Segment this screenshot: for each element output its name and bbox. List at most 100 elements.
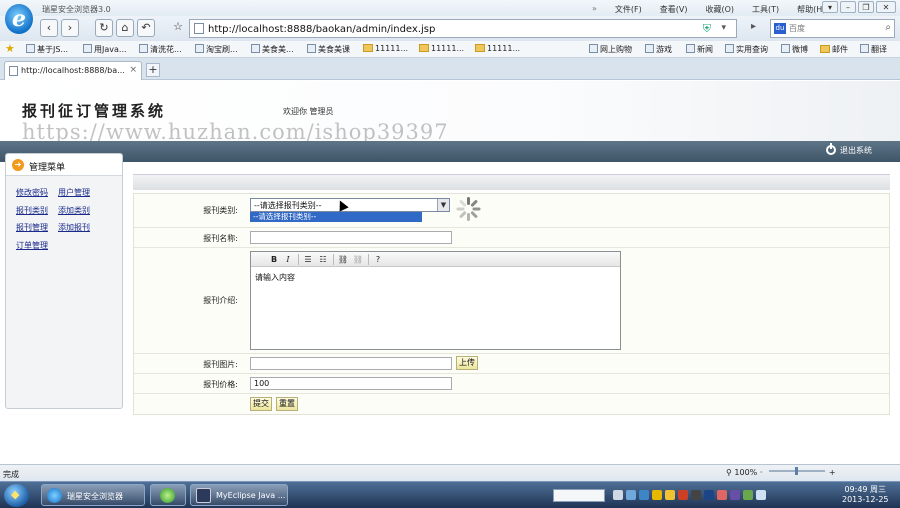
sidebar-link-change-password[interactable]: 修改密码 bbox=[16, 187, 48, 198]
favorite-item[interactable]: 网上购物 bbox=[589, 44, 632, 55]
myeclipse-icon bbox=[196, 488, 211, 503]
address-url[interactable]: http://localhost:8888/baokan/admin/index… bbox=[208, 24, 435, 35]
restore-button[interactable]: ❐ bbox=[858, 1, 874, 13]
power-icon bbox=[826, 143, 836, 155]
chevron-down-icon[interactable]: ▼ bbox=[437, 199, 449, 211]
menu-file[interactable]: 文件(F) bbox=[615, 4, 642, 15]
form-row-name: 报刊名称: bbox=[134, 228, 889, 248]
tray-qq-icon[interactable] bbox=[678, 490, 688, 500]
tray-app-icon[interactable] bbox=[691, 490, 701, 500]
favorite-item[interactable]: 微博 bbox=[781, 44, 808, 55]
favorite-folder[interactable]: 11111... bbox=[363, 44, 408, 53]
tab-admin-index[interactable]: http://localhost:8888/ba... × bbox=[4, 61, 142, 80]
tray-shield-icon[interactable] bbox=[639, 490, 649, 500]
favorite-folder[interactable]: 邮件 bbox=[820, 44, 848, 55]
favorite-item[interactable]: 实用查询 bbox=[725, 44, 768, 55]
reset-button[interactable]: 重置 bbox=[276, 397, 298, 411]
taskbar-browser-2[interactable] bbox=[150, 484, 186, 506]
name-input[interactable] bbox=[250, 231, 452, 244]
favorite-item[interactable]: 新闻 bbox=[686, 44, 713, 55]
home-icon[interactable]: ⌂ bbox=[116, 19, 134, 37]
pin-icon[interactable]: ▾ bbox=[822, 1, 838, 13]
status-text: 完成 bbox=[3, 470, 19, 479]
favorites-star-icon[interactable]: ★ bbox=[5, 42, 15, 55]
sidebar-link-category-list[interactable]: 报刊类别 bbox=[16, 205, 48, 216]
address-dropdown-icon[interactable]: ▾ bbox=[721, 23, 726, 33]
close-button[interactable]: ✕ bbox=[876, 1, 896, 13]
favorite-folder[interactable]: 11111... bbox=[419, 44, 464, 53]
search-box[interactable]: du ⌕ bbox=[770, 19, 895, 38]
sidebar-link-add-periodical[interactable]: 添加报刊 bbox=[58, 222, 90, 233]
tray-app-icon[interactable] bbox=[704, 490, 714, 500]
tray-app-icon[interactable] bbox=[743, 490, 753, 500]
sidebar-link-add-category[interactable]: 添加类别 bbox=[58, 205, 90, 216]
category-select[interactable]: --请选择报刊类别-- ▼ bbox=[250, 198, 450, 212]
favorite-item[interactable]: 基于JS... bbox=[26, 44, 68, 55]
zoom-slider[interactable] bbox=[768, 467, 825, 475]
tray-keyboard-icon[interactable] bbox=[613, 490, 623, 500]
category-option[interactable]: --请选择报刊类别-- bbox=[250, 212, 422, 222]
sidebar-link-user-management[interactable]: 用户管理 bbox=[58, 187, 90, 198]
favorite-item[interactable]: 用Java... bbox=[83, 44, 127, 55]
back-icon[interactable]: ‹ bbox=[40, 19, 58, 37]
tray-network-icon[interactable] bbox=[626, 490, 636, 500]
favorite-folder[interactable]: 11111... bbox=[475, 44, 520, 53]
menu-tools[interactable]: 工具(T) bbox=[752, 4, 779, 15]
taskbar-clock[interactable]: 09:49 周三 2013-12-25 bbox=[842, 485, 889, 505]
sidebar-link-periodical-management[interactable]: 报刊管理 bbox=[16, 222, 48, 233]
tray-qq-icon[interactable] bbox=[652, 490, 662, 500]
taskbar-myeclipse[interactable]: MyEclipse Java ... bbox=[190, 484, 288, 506]
upload-button[interactable]: 上传 bbox=[456, 356, 478, 370]
unordered-list-icon[interactable]: ☷ bbox=[317, 254, 329, 265]
tray-input-box[interactable] bbox=[553, 489, 605, 502]
favorite-item[interactable]: 翻译 bbox=[860, 44, 887, 55]
favorite-item[interactable]: 美食美... bbox=[251, 44, 294, 55]
start-button[interactable] bbox=[4, 484, 29, 507]
logout-link[interactable]: 退出系统 bbox=[826, 143, 872, 156]
help-icon[interactable]: ? bbox=[372, 254, 384, 265]
price-input[interactable] bbox=[250, 377, 452, 390]
address-bar[interactable]: http://localhost:8888/baokan/admin/index… bbox=[189, 19, 737, 38]
tray-qq-icon[interactable] bbox=[665, 490, 675, 500]
favorite-item[interactable]: 清洗花... bbox=[139, 44, 182, 55]
intro-editor-body[interactable]: 请输入内容 bbox=[255, 272, 295, 283]
link-icon[interactable]: ⛓ bbox=[337, 254, 349, 265]
image-path-input[interactable] bbox=[250, 357, 452, 370]
tab-close-icon[interactable]: × bbox=[129, 65, 137, 75]
search-input[interactable] bbox=[789, 22, 877, 35]
security-shield-icon[interactable]: ⛨ bbox=[703, 22, 711, 36]
content-title-bar bbox=[133, 174, 890, 190]
favorite-label: 美食美... bbox=[262, 45, 294, 54]
refresh-icon[interactable]: ↻ bbox=[95, 19, 113, 37]
taskbar-myeclipse-label: MyEclipse Java ... bbox=[216, 491, 286, 500]
bold-icon[interactable]: B bbox=[268, 254, 280, 265]
forward-icon[interactable]: › bbox=[61, 19, 79, 37]
ordered-list-icon[interactable]: ☰ bbox=[302, 254, 314, 265]
favorite-item[interactable]: 美食美课 bbox=[307, 44, 350, 55]
go-icon[interactable]: ▸ bbox=[751, 21, 756, 32]
minimize-button[interactable]: – bbox=[840, 1, 856, 13]
tray-volume-icon[interactable] bbox=[756, 490, 766, 500]
menu-favorites[interactable]: 收藏(O) bbox=[705, 4, 734, 15]
italic-icon[interactable]: I bbox=[282, 254, 294, 265]
favorite-star-icon[interactable]: ☆ bbox=[169, 19, 187, 37]
favorite-item[interactable]: 淘宝刷... bbox=[195, 44, 238, 55]
zoom-control[interactable]: ⚲ 100% · + bbox=[726, 467, 836, 477]
page-icon bbox=[307, 44, 316, 53]
undo-close-icon[interactable]: ↶ bbox=[137, 19, 155, 37]
new-tab-button[interactable]: + bbox=[146, 63, 160, 77]
menu-overflow-icon[interactable]: » bbox=[592, 4, 597, 15]
clock-date: 2013-12-25 bbox=[842, 495, 889, 504]
intro-rich-editor[interactable]: B I ☰ ☷ ⛓ ⛓ ? 请输入内容 bbox=[250, 251, 621, 350]
tray-app-icon[interactable] bbox=[730, 490, 740, 500]
tray-app-icon[interactable] bbox=[717, 490, 727, 500]
submit-button[interactable]: 提交 bbox=[250, 397, 272, 411]
zoom-level[interactable]: 100% bbox=[734, 468, 757, 477]
browser-green-icon bbox=[160, 488, 175, 503]
favorite-item[interactable]: 游戏 bbox=[645, 44, 672, 55]
taskbar-browser[interactable]: 瑞星安全浏览器 bbox=[41, 484, 145, 506]
sidebar-link-order-management[interactable]: 订单管理 bbox=[16, 240, 48, 251]
unlink-icon[interactable]: ⛓ bbox=[352, 254, 364, 265]
menu-view[interactable]: 查看(V) bbox=[660, 4, 688, 15]
search-icon[interactable]: ⌕ bbox=[885, 22, 891, 33]
